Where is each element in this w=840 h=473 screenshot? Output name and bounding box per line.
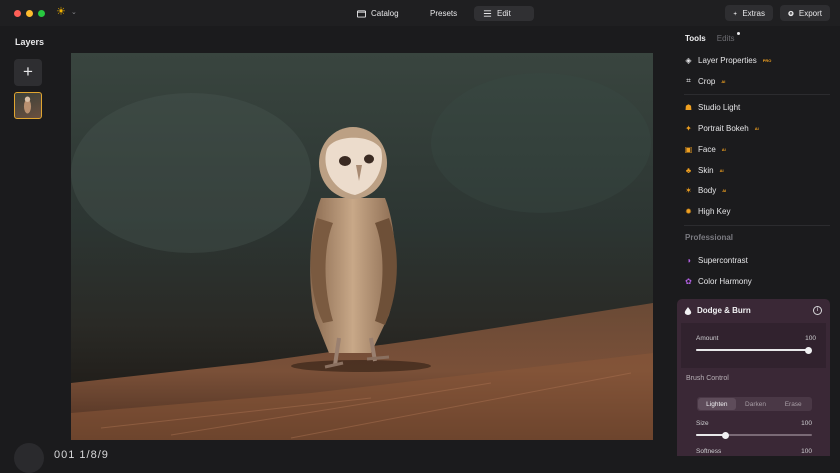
tool-color-harmony[interactable]: ✿ Color Harmony [684, 275, 752, 287]
ai-badge: AI [722, 187, 727, 193]
size-label: Size [696, 420, 709, 427]
tab-edits-label: Edits [716, 34, 735, 43]
tab-tools[interactable]: Tools [685, 34, 706, 43]
brush-control-label: Brush Control [686, 375, 729, 382]
bottom-left-button[interactable] [14, 443, 44, 473]
tool-label: Studio Light [698, 102, 741, 112]
layers-title: Layers [15, 37, 45, 47]
minimize-window-button[interactable] [26, 10, 33, 17]
size-slider-fill [696, 434, 725, 436]
dodge-burn-panel: Dodge & Burn i Amount 100 Brush Control … [677, 299, 830, 456]
sliders-icon [483, 10, 492, 17]
owl-thumbnail-icon [23, 96, 32, 114]
color-harmony-icon: ✿ [685, 276, 692, 286]
professional-section-label: Professional [685, 233, 734, 242]
tab-catalog-label: Catalog [371, 9, 399, 18]
tab-edit[interactable]: Edit [474, 6, 534, 21]
amount-slider-knob[interactable] [804, 346, 812, 354]
bottom-readout: 001 1/8/9 [54, 449, 109, 461]
export-label: Export [798, 8, 822, 18]
amount-slider[interactable] [696, 346, 812, 354]
divider [684, 94, 830, 95]
close-window-button[interactable] [14, 10, 21, 17]
softness-label: Softness [696, 448, 722, 455]
tool-label: Crop [698, 76, 716, 86]
tool-portrait-bokeh[interactable]: ✦ Portrait Bokeh AI [684, 122, 759, 134]
tool-studio-light[interactable]: ☗ Studio Light [684, 101, 740, 113]
tool-layer-properties[interactable]: ◈ Layer Properties PRO [684, 54, 771, 66]
tool-crop[interactable]: ⌗ Crop AI [684, 75, 725, 87]
size-slider[interactable] [696, 431, 812, 439]
tool-label: Supercontrast [698, 255, 748, 265]
panel-tabs: Tools Edits [685, 32, 740, 43]
sparkle-icon [733, 10, 738, 16]
portrait-bokeh-icon: ✦ [685, 123, 692, 133]
zoom-window-button[interactable] [38, 10, 45, 17]
divider [684, 225, 830, 226]
tool-label: High Key [698, 206, 731, 216]
mode-lighten[interactable]: Lighten [698, 398, 736, 410]
amount-slider-fill [696, 349, 808, 351]
studio-light-icon: ☗ [684, 102, 693, 112]
tool-label: Body [698, 185, 717, 195]
amount-label: Amount [696, 335, 719, 342]
tab-edit-label: Edit [497, 9, 511, 18]
drop-icon [684, 306, 692, 315]
extras-label: Extras [742, 8, 765, 18]
tab-presets-label: Presets [430, 9, 458, 18]
ai-badge: AI [719, 167, 724, 173]
crop-icon: ⌗ [686, 76, 691, 85]
ai-badge: AI [754, 125, 759, 131]
dodge-burn-header[interactable]: Dodge & Burn [684, 306, 751, 315]
brush-mode-control: Lighten Darken Erase [697, 397, 812, 411]
extras-button[interactable]: Extras [725, 5, 773, 21]
tool-label: Face [698, 144, 716, 154]
amount-section: Amount 100 [681, 323, 826, 368]
softness-value: 100 [801, 448, 812, 455]
tool-skin[interactable]: ♣ Skin AI [684, 164, 724, 176]
mode-darken[interactable]: Darken [737, 397, 775, 411]
add-layer-button[interactable]: + [14, 59, 42, 86]
amount-value: 100 [805, 335, 816, 342]
photo-canvas[interactable] [71, 53, 653, 440]
folder-icon [357, 10, 366, 18]
skin-icon: ♣ [685, 165, 692, 175]
ai-badge: AI [721, 78, 726, 84]
face-icon: ▣ [684, 144, 693, 154]
high-key-icon: ✹ [685, 206, 692, 216]
tab-edits[interactable]: Edits [716, 32, 740, 43]
tab-presets[interactable]: Presets [416, 6, 466, 21]
owl-photo [71, 53, 653, 440]
chevron-down-icon[interactable]: ⌄ [71, 8, 77, 16]
tool-face[interactable]: ▣ Face AI [684, 143, 726, 155]
tool-body[interactable]: ✶ Body AI [684, 184, 726, 196]
tool-label: Color Harmony [698, 276, 752, 286]
size-value: 100 [801, 420, 812, 427]
layers-icon: ◈ [685, 55, 692, 65]
dodge-burn-title: Dodge & Burn [697, 306, 751, 315]
layer-thumbnail[interactable] [14, 92, 42, 119]
pro-badge: PRO [762, 57, 772, 63]
plus-icon: + [23, 62, 33, 81]
size-slider-knob[interactable] [721, 431, 729, 439]
title-bar: ☀ ⌄ Catalog Presets Edit Extras Export [0, 0, 840, 26]
sun-logo-icon[interactable]: ☀ [56, 7, 67, 18]
tool-label: Portrait Bokeh [698, 123, 749, 133]
edits-indicator-dot [736, 32, 740, 35]
mode-erase[interactable]: Erase [774, 397, 812, 411]
supercontrast-icon: ◑ [686, 255, 691, 265]
tab-catalog[interactable]: Catalog [348, 6, 408, 21]
tool-high-key[interactable]: ✹ High Key [684, 205, 730, 217]
body-icon: ✶ [685, 185, 692, 195]
info-icon[interactable]: i [813, 306, 822, 315]
tool-label: Skin [698, 165, 714, 175]
export-icon [788, 10, 794, 16]
ai-badge: AI [721, 146, 726, 152]
tool-supercontrast[interactable]: ◑ Supercontrast [684, 254, 748, 266]
tool-label: Layer Properties [698, 55, 757, 65]
export-button[interactable]: Export [780, 5, 830, 21]
